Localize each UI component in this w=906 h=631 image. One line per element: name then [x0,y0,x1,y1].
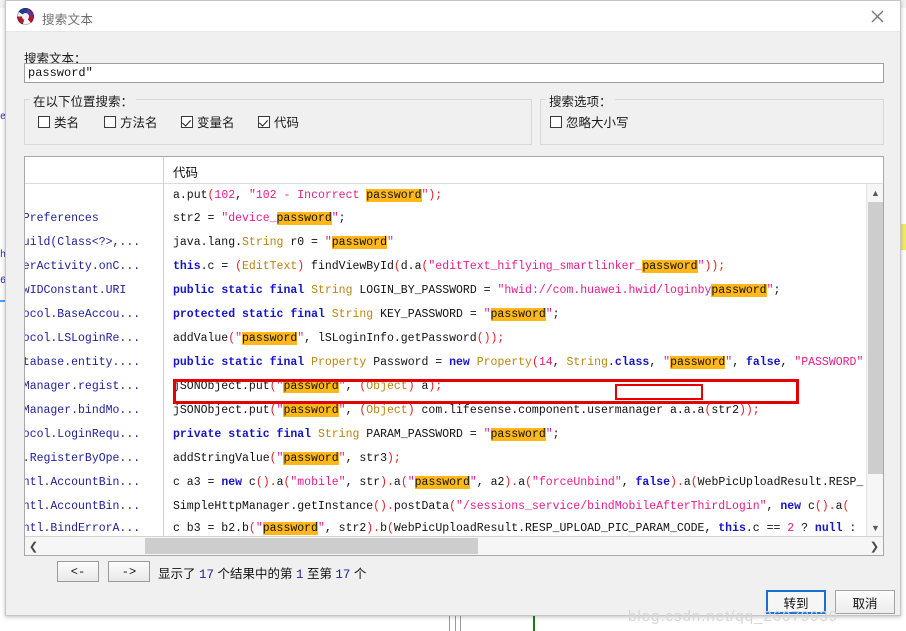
status-total: 17 [198,568,214,582]
checkbox-label: 代码 [274,116,300,130]
scroll-up-icon[interactable]: ▲ [867,184,883,201]
checkbox-class-name[interactable]: 类名 [38,112,79,131]
background-divider [449,616,450,631]
results-status-text: 显示了 17 个结果中的第 1 至第 17 个 [158,563,366,582]
checkbox-box [181,115,193,128]
next-results-button[interactable]: -> [108,561,150,582]
app-logo-icon [17,8,34,25]
results-body: edPreferences .build(Class<?>,... nkerAc… [25,184,883,536]
table-row[interactable]: SimpleHttpManager.getInstance().postData… [173,500,883,513]
table-row[interactable]: public static final String LOGIN_BY_PASS… [173,284,883,297]
table-row[interactable]: addStringValue("password", str3); [173,452,883,465]
status-prefix: 显示了 [158,567,199,581]
options-group-title: 搜索选项： [546,91,615,110]
results-header-row: 代码 [25,157,883,184]
column-divider [163,157,164,184]
checkbox-box [38,115,50,128]
checkbox-variable-name[interactable]: 变量名 [181,112,235,131]
checkbox-box [258,115,270,128]
horizontal-scrollbar[interactable]: ❮ ❯ [25,536,883,555]
list-item[interactable]: otocol.BaseAccou... [25,308,161,321]
checkbox-box [550,115,562,128]
list-item[interactable]: .intl.AccountBin... [25,500,161,513]
list-item[interactable]: erManager.regist... [25,380,161,393]
watermark-text: blog.csdn.net/qq_26079939 [628,608,839,625]
list-item[interactable]: otocol.LSLoginRe... [25,332,161,345]
horizontal-scrollbar-thumb[interactable] [145,538,478,554]
table-row[interactable]: a.put(102, "102 - Incorrect password"); [173,189,883,202]
results-panel: 代码 edPreferences .build(Class<?>,... nke… [24,156,884,556]
table-row[interactable]: c a3 = new c().a("mobile", str).a("passw… [173,476,883,489]
scroll-down-icon[interactable]: ▼ [867,519,883,536]
list-item[interactable]: .intl.AccountBin... [25,476,161,489]
list-item[interactable]: otocol.LoginRequ... [25,428,161,441]
cancel-button[interactable]: 取消 [835,590,895,614]
vertical-scrollbar-thumb[interactable] [868,202,883,474]
search-input[interactable] [24,63,884,83]
status-suffix: 个 [350,567,367,581]
column-header-code: 代码 [173,166,199,180]
dialog-titlebar: 搜索文本 [6,1,900,32]
checkbox-label: 方法名 [120,116,158,130]
table-row[interactable]: this.c = (EditText) findViewById(d.a("ed… [173,260,883,273]
table-row[interactable]: jSONObject.put("password", (Object) a); [173,380,883,393]
checkbox-label: 变量名 [197,116,235,130]
checkbox-label: 类名 [54,116,80,130]
background-green-marker [533,616,535,631]
list-item[interactable]: .build(Class<?>,... [25,236,161,249]
dialog-title: 搜索文本 [42,13,94,27]
scroll-right-icon[interactable]: ❯ [866,537,883,555]
list-item[interactable]: database.entity.... [25,356,161,369]
checkbox-label: 忽略大小写 [566,116,629,130]
table-row[interactable]: public static final Property Password = … [173,356,883,369]
previous-results-button[interactable]: <- [57,561,99,582]
status-mid2: 至第 [303,567,336,581]
table-row[interactable]: str2 = "device_password"; [173,212,883,225]
list-item[interactable]: edPreferences [25,212,161,225]
table-row[interactable]: c b3 = b2.b("password", str2).b(WebPicUp… [173,522,883,535]
checkbox-box [104,115,116,128]
list-item[interactable]: nkerActivity.onC... [25,260,161,273]
vertical-scrollbar[interactable]: ▲ ▼ [866,184,883,536]
table-row[interactable]: addValue("password", lSLoginInfo.getPass… [173,332,883,345]
close-icon[interactable] [855,1,900,31]
list-item[interactable]: .HwIDConstant.URI [25,284,161,297]
background-divider [460,616,461,631]
list-item[interactable]: .intl.BindErrorA... [25,522,161,535]
table-row-annotated[interactable]: jSONObject.put("password", (Object) com.… [173,404,883,417]
table-row[interactable]: private static final String PARAM_PASSWO… [173,428,883,441]
status-mid1: 个结果中的第 [214,567,296,581]
list-item[interactable]: ol.RegisterByOpe... [25,452,161,465]
background-divider [455,616,456,631]
list-item[interactable]: erManager.bindMo... [25,404,161,417]
scroll-left-icon[interactable]: ❮ [25,537,42,555]
checkbox-ignore-case[interactable]: 忽略大小写 [550,112,629,131]
search-text-dialog: 搜索文本 搜索文本： 在以下位置搜索： 类名 方法名 变量名 代码 搜索选项： … [5,0,901,616]
checkbox-code[interactable]: 代码 [258,112,299,131]
table-row[interactable]: protected static final String KEY_PASSWO… [173,308,883,321]
checkbox-method-name[interactable]: 方法名 [104,112,158,131]
column-divider [163,184,164,536]
table-row[interactable]: java.lang.String r0 = "password" [173,236,883,249]
locations-group-title: 在以下位置搜索： [30,91,137,110]
status-to: 17 [335,568,351,582]
